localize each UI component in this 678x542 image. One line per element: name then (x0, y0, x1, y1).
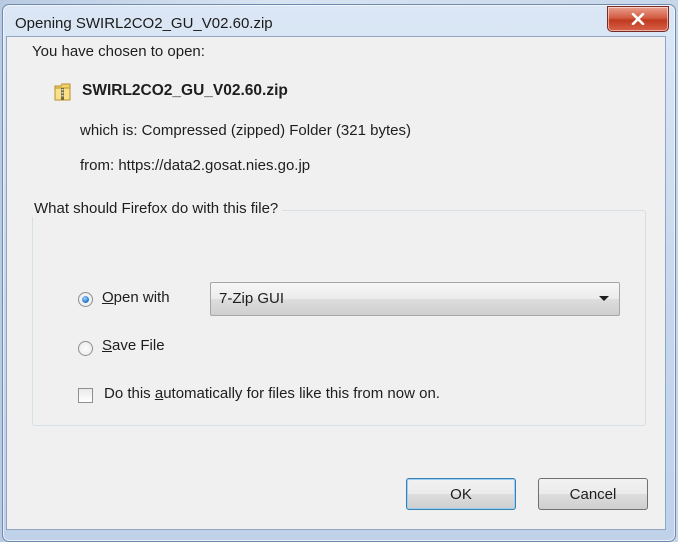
action-group-legend: What should Firefox do with this file? (30, 200, 283, 217)
close-icon (631, 13, 645, 25)
close-button[interactable] (607, 6, 669, 32)
save-file-label[interactable]: Save File (102, 337, 165, 354)
intro-text: You have chosen to open: (32, 43, 205, 60)
open-with-radio[interactable] (78, 292, 93, 307)
zip-folder-icon (54, 83, 71, 101)
open-with-label[interactable]: Open with (102, 289, 170, 306)
open-with-app-select[interactable]: 7-Zip GUI (210, 282, 620, 316)
file-source-info: from: https://data2.gosat.nies.go.jp (80, 157, 311, 174)
selected-app: 7-Zip GUI (219, 290, 285, 307)
auto-action-label[interactable]: Do this automatically for files like thi… (104, 385, 440, 402)
window-title: Opening SWIRL2CO2_GU_V02.60.zip (15, 15, 273, 32)
radio-selected-dot (82, 296, 89, 303)
chevron-down-icon (599, 296, 609, 301)
auto-action-checkbox[interactable] (78, 388, 93, 403)
save-file-radio[interactable] (78, 341, 93, 356)
file-type-info: which is: Compressed (zipped) Folder (32… (80, 122, 411, 139)
cancel-button[interactable]: Cancel (538, 478, 648, 510)
file-name: SWIRL2CO2_GU_V02.60.zip (82, 82, 288, 99)
ok-button[interactable]: OK (406, 478, 516, 510)
